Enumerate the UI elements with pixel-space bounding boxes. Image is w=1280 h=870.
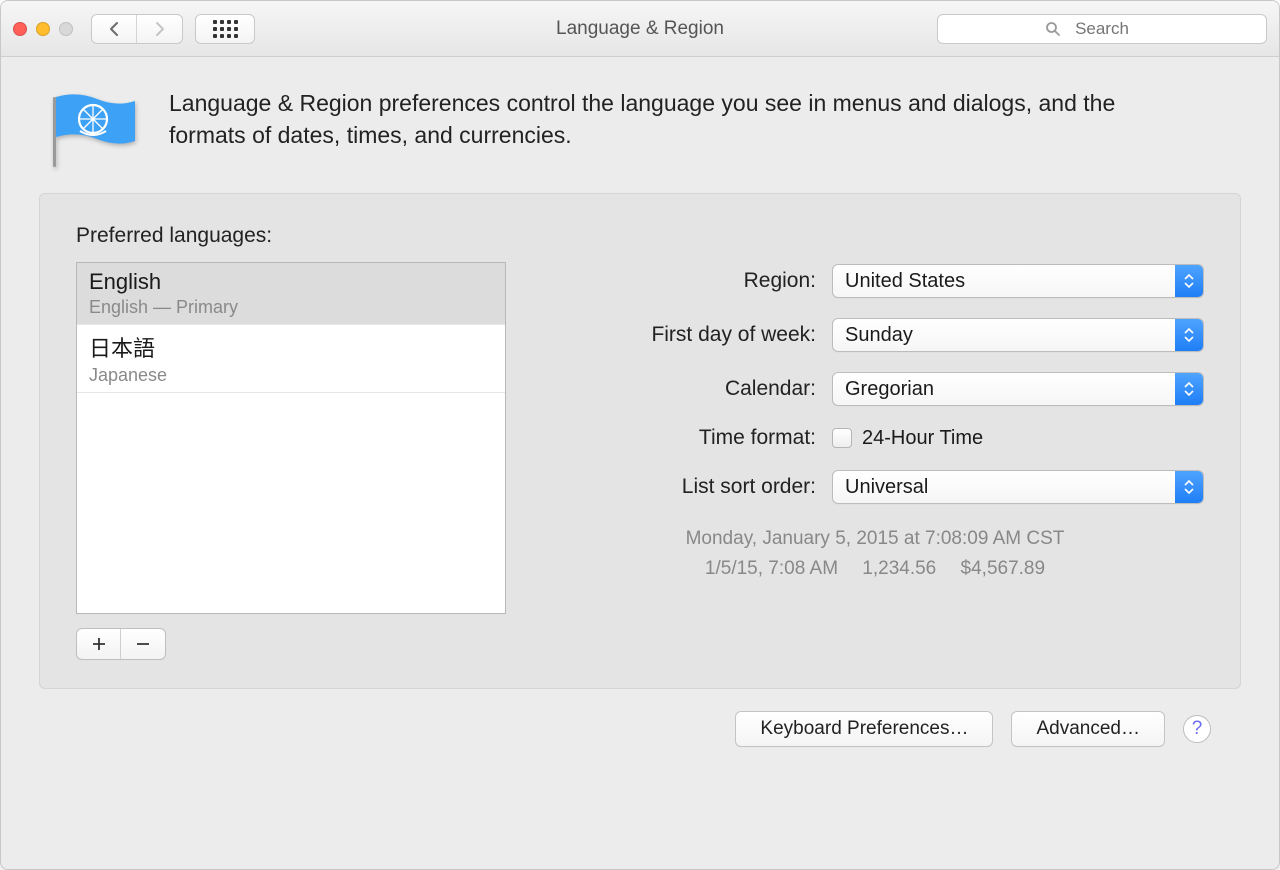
forward-button: [137, 15, 182, 43]
calendar-row: Calendar: Gregorian: [546, 372, 1204, 406]
language-name: 日本語: [89, 331, 493, 363]
24hour-checkbox[interactable]: [832, 428, 852, 448]
intro: Language & Region preferences control th…: [39, 87, 1241, 163]
select-arrows-icon: [1175, 373, 1203, 405]
language-name: English: [89, 269, 493, 295]
region-value: United States: [845, 270, 965, 293]
show-all-button[interactable]: [195, 14, 255, 44]
search-wrap: [937, 14, 1267, 44]
remove-language-button[interactable]: [121, 629, 165, 659]
help-icon: ?: [1192, 718, 1203, 740]
grid-icon: [213, 20, 238, 38]
settings-panel: Preferred languages: English English — P…: [39, 193, 1241, 689]
example-line-1: Monday, January 5, 2015 at 7:08:09 AM CS…: [546, 524, 1204, 554]
24hour-checkbox-label: 24-Hour Time: [862, 427, 983, 450]
traffic-lights: [13, 22, 73, 36]
prefs-window: Language & Region: [0, 0, 1280, 870]
region-row: Region: United States: [546, 264, 1204, 298]
plus-icon: [92, 637, 106, 651]
content-area: Language & Region preferences control th…: [1, 57, 1279, 869]
select-arrows-icon: [1175, 265, 1203, 297]
format-settings: Region: United States First day of week:: [546, 224, 1204, 660]
language-item-japanese[interactable]: 日本語 Japanese: [77, 325, 505, 393]
region-label: Region:: [546, 269, 816, 293]
language-list[interactable]: English English — Primary 日本語 Japanese: [76, 262, 506, 614]
add-remove-group: [76, 628, 166, 660]
language-section: Preferred languages: English English — P…: [76, 224, 506, 660]
advanced-button[interactable]: Advanced…: [1011, 711, 1165, 747]
calendar-value: Gregorian: [845, 378, 934, 401]
language-sub: Japanese: [89, 365, 493, 386]
timeformat-label: Time format:: [546, 426, 816, 450]
region-select[interactable]: United States: [832, 264, 1204, 298]
listsort-label: List sort order:: [546, 475, 816, 499]
close-window-button[interactable]: [13, 22, 27, 36]
minimize-window-button[interactable]: [36, 22, 50, 36]
calendar-label: Calendar:: [546, 377, 816, 401]
timeformat-row: Time format: 24-Hour Time: [546, 426, 1204, 450]
firstday-row: First day of week: Sunday: [546, 318, 1204, 352]
firstday-select[interactable]: Sunday: [832, 318, 1204, 352]
add-language-button[interactable]: [77, 629, 121, 659]
example-line-2: 1/5/15, 7:08 AM 1,234.56 $4,567.89: [546, 554, 1204, 584]
listsort-value: Universal: [845, 476, 928, 499]
firstday-label: First day of week:: [546, 323, 816, 347]
select-arrows-icon: [1175, 471, 1203, 503]
select-arrows-icon: [1175, 319, 1203, 351]
keyboard-preferences-button[interactable]: Keyboard Preferences…: [735, 711, 993, 747]
listsort-row: List sort order: Universal: [546, 470, 1204, 504]
language-item-english[interactable]: English English — Primary: [77, 263, 505, 325]
search-input[interactable]: [937, 14, 1267, 44]
intro-text: Language & Region preferences control th…: [169, 87, 1169, 151]
nav-back-forward: [91, 14, 183, 44]
firstday-value: Sunday: [845, 324, 913, 347]
help-button[interactable]: ?: [1183, 715, 1211, 743]
language-sub: English — Primary: [89, 297, 493, 318]
listsort-select[interactable]: Universal: [832, 470, 1204, 504]
un-flag-icon: [47, 93, 137, 163]
minus-icon: [136, 637, 150, 651]
zoom-window-button: [59, 22, 73, 36]
titlebar: Language & Region: [1, 1, 1279, 57]
back-button[interactable]: [92, 15, 137, 43]
format-example: Monday, January 5, 2015 at 7:08:09 AM CS…: [546, 524, 1204, 585]
languages-label: Preferred languages:: [76, 224, 506, 248]
footer-buttons: Keyboard Preferences… Advanced… ?: [39, 689, 1241, 773]
calendar-select[interactable]: Gregorian: [832, 372, 1204, 406]
